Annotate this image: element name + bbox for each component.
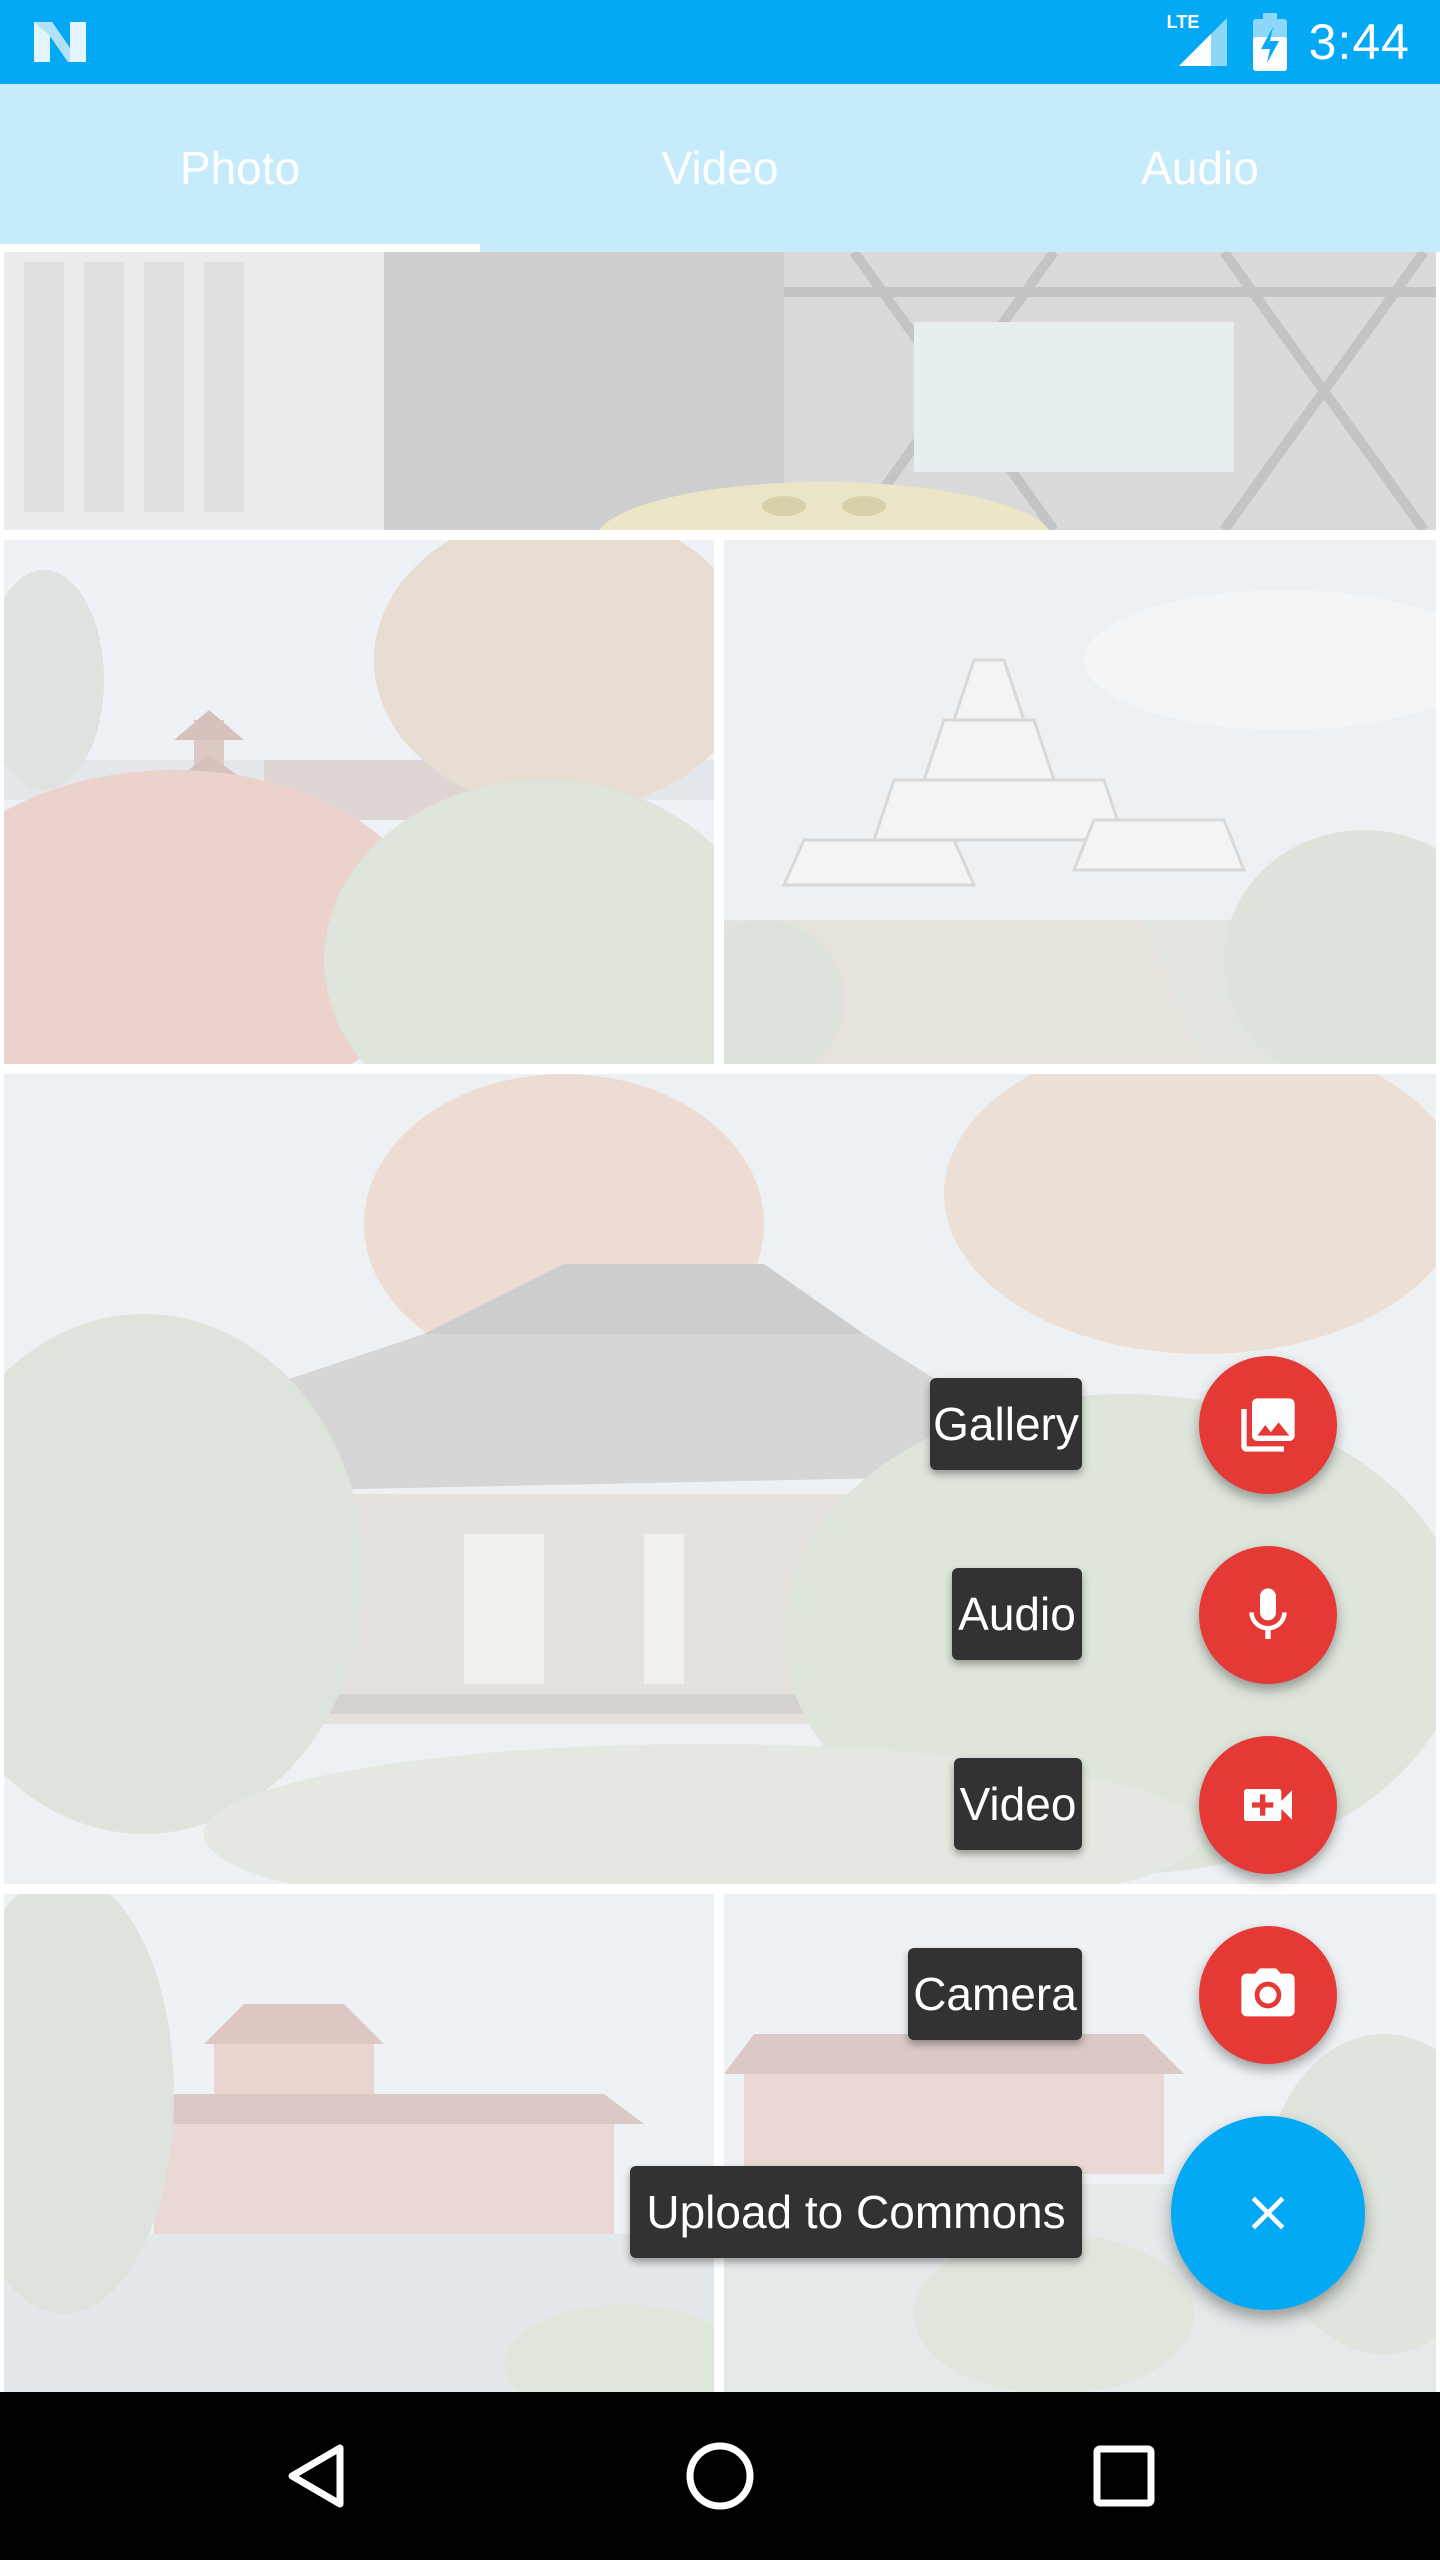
tab-audio[interactable]: Audio [960, 84, 1440, 252]
media-tab-bar: Photo Video Audio [0, 84, 1440, 252]
audio-fab-label: Audio [952, 1568, 1082, 1660]
pagoda-autumn-photo[interactable] [4, 540, 714, 1064]
notification-n-icon [34, 22, 86, 62]
phoenix-hall-left-photo[interactable] [4, 1894, 714, 2392]
battery-charging-icon [1252, 13, 1287, 71]
audio-fab[interactable] [1199, 1546, 1337, 1684]
home-icon[interactable] [670, 2426, 770, 2526]
status-time: 3:44 [1308, 14, 1410, 70]
upload-fab-label: Upload to Commons [630, 2166, 1082, 2258]
recents-icon[interactable] [1074, 2426, 1174, 2526]
tab-video[interactable]: Video [480, 84, 960, 252]
tab-photo[interactable]: Photo [0, 84, 480, 252]
camera-fab-label: Camera [908, 1948, 1082, 2040]
video-camera-icon [1244, 1789, 1292, 1821]
station-interior-photo[interactable] [4, 252, 1436, 530]
upload-main-fab[interactable] [1171, 2116, 1365, 2310]
back-icon[interactable] [266, 2426, 366, 2526]
video-fab[interactable] [1199, 1736, 1337, 1874]
castle-photo[interactable] [724, 540, 1436, 1064]
video-fab-label: Video [954, 1758, 1082, 1850]
navigation-bar [0, 2392, 1440, 2560]
status-bar: LTE 3:44 [0, 0, 1440, 84]
lte-signal-icon: LTE [1167, 12, 1231, 72]
microphone-icon [1249, 1588, 1287, 1639]
selected-tab-indicator [0, 244, 480, 252]
camera-fab[interactable] [1199, 1926, 1337, 2064]
photo-grid [0, 252, 1440, 2392]
close-icon [1251, 2196, 1285, 2230]
gallery-fab-label: Gallery [930, 1378, 1082, 1470]
camera-icon [1241, 1968, 1295, 2017]
gallery-icon [1241, 1398, 1295, 1452]
gallery-fab[interactable] [1199, 1356, 1337, 1494]
